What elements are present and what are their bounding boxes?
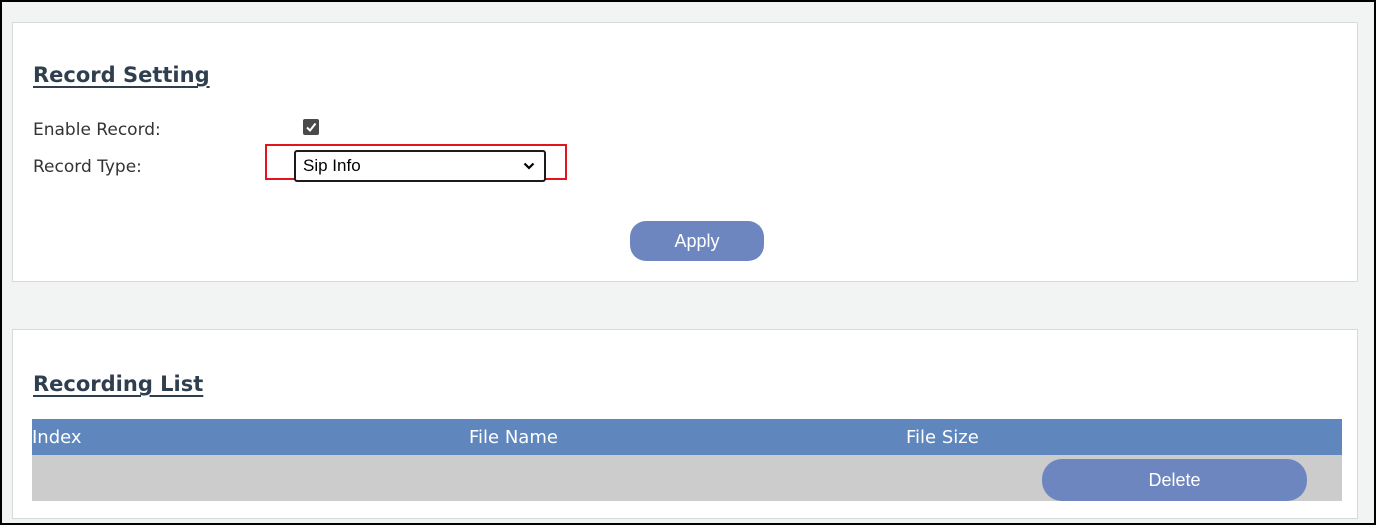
page-frame: Record Setting Enable Record: Record Typ… bbox=[0, 0, 1376, 525]
recording-list-title: Recording List bbox=[33, 372, 204, 396]
record-type-value: Sip Info bbox=[303, 156, 361, 175]
enable-record-checkbox[interactable] bbox=[303, 119, 319, 135]
enable-record-label: Enable Record: bbox=[33, 120, 161, 140]
table-row: Delete bbox=[32, 455, 1342, 501]
record-type-select[interactable]: Sip Info bbox=[294, 150, 546, 182]
recording-list-panel: Recording List Index File Name File Size… bbox=[12, 329, 1358, 519]
delete-button[interactable]: Delete bbox=[1042, 459, 1307, 501]
record-setting-panel: Record Setting Enable Record: Record Typ… bbox=[12, 22, 1358, 282]
record-type-label: Record Type: bbox=[33, 157, 142, 177]
record-setting-title: Record Setting bbox=[33, 63, 210, 87]
column-header-file-size: File Size bbox=[906, 427, 979, 448]
checkmark-icon bbox=[306, 122, 317, 133]
column-header-file-name: File Name bbox=[469, 427, 558, 448]
recording-table-header: Index File Name File Size bbox=[32, 419, 1342, 455]
chevron-down-icon bbox=[523, 162, 535, 170]
apply-button[interactable]: Apply bbox=[630, 221, 764, 261]
column-header-index: Index bbox=[32, 427, 82, 448]
